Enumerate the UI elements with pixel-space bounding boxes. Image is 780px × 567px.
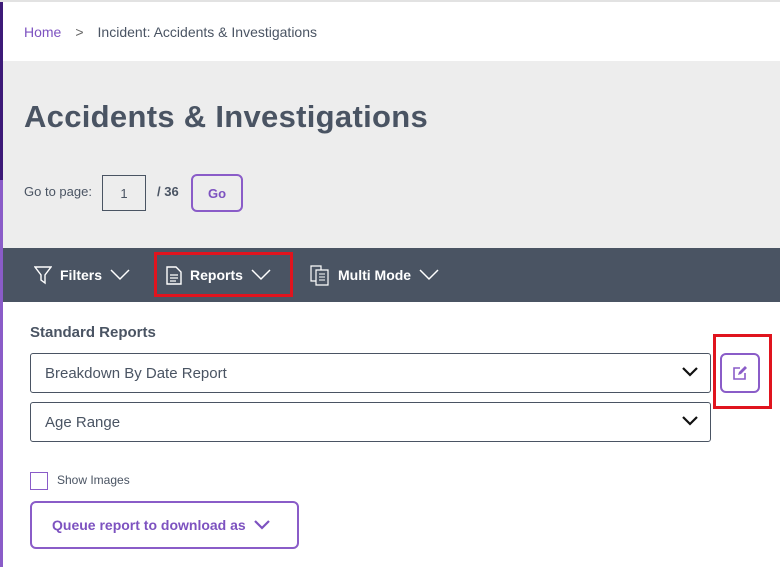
total-pages: / 36	[157, 184, 179, 199]
show-images-checkbox[interactable]	[30, 472, 48, 490]
chevron-down-icon	[419, 269, 439, 281]
toolbar: Filters Reports Multi Mode	[3, 248, 780, 302]
field-select[interactable]: Age Range	[30, 402, 711, 442]
standard-reports-heading: Standard Reports	[30, 324, 156, 341]
breadcrumb-current: Incident: Accidents & Investigations	[97, 23, 318, 40]
go-button[interactable]: Go	[191, 174, 243, 212]
filter-icon	[34, 266, 52, 285]
field-select-value: Age Range	[45, 413, 121, 431]
chevron-down-icon	[682, 367, 698, 377]
report-select-value: Breakdown By Date Report	[45, 364, 227, 382]
multi-mode-menu[interactable]: Multi Mode	[310, 260, 439, 290]
filters-menu[interactable]: Filters	[34, 260, 130, 290]
page-title: Accidents & Investigations	[24, 99, 429, 134]
queue-report-label: Queue report to download as	[52, 517, 246, 533]
report-select[interactable]: Breakdown By Date Report	[30, 353, 711, 393]
filters-label: Filters	[60, 267, 103, 283]
breadcrumb: Home > Incident: Accidents & Investigati…	[3, 2, 780, 61]
page-number-input[interactable]	[102, 175, 146, 211]
page-header: Accidents & Investigations Go to page: /…	[3, 61, 780, 248]
multi-document-icon	[310, 264, 329, 286]
multi-mode-label: Multi Mode	[338, 267, 412, 283]
chevron-down-icon	[682, 416, 698, 426]
edit-highlight	[713, 334, 772, 409]
queue-report-button[interactable]: Queue report to download as	[30, 501, 299, 549]
breadcrumb-separator: >	[75, 23, 84, 40]
chevron-down-icon	[110, 269, 130, 281]
goto-page-label: Go to page:	[24, 184, 92, 199]
chevron-down-icon	[253, 520, 270, 530]
reports-highlight	[154, 252, 293, 297]
show-images-label: Show Images	[57, 473, 130, 487]
breadcrumb-home-link[interactable]: Home	[24, 24, 61, 40]
